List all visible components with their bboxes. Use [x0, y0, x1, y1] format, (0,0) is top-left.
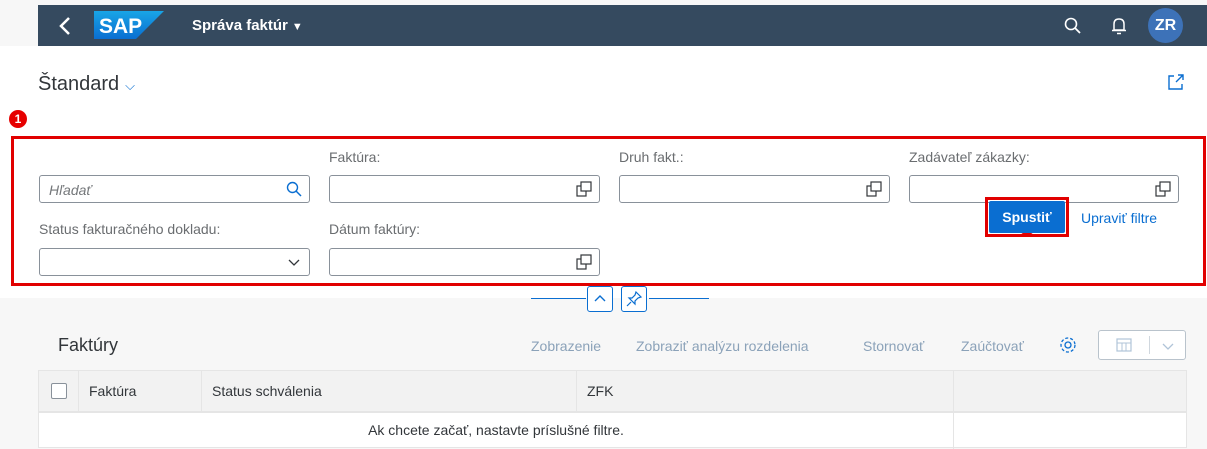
billing-status-label: Status fakturačného dokladu:: [39, 221, 221, 237]
go-button[interactable]: Spustiť: [989, 201, 1065, 233]
cancel-invoice-button[interactable]: Stornovať: [863, 338, 924, 354]
export-button-group[interactable]: [1098, 330, 1186, 360]
bell-icon: [1112, 18, 1126, 35]
table-body: Ak chcete začať, nastavte príslušné filt…: [38, 412, 1187, 449]
pin-header-button[interactable]: [621, 286, 647, 312]
search-button[interactable]: [1062, 15, 1084, 37]
shell-bar: SAP Správa faktúr ▼ ZR: [38, 5, 1207, 46]
search-field[interactable]: Hľadať: [39, 175, 310, 203]
select-all-cell: [39, 371, 79, 411]
gear-icon: [1060, 337, 1076, 353]
display-button[interactable]: Zobrazenie: [531, 338, 601, 354]
app-title: Správa faktúr: [192, 17, 288, 34]
column-zfk[interactable]: ZFK: [577, 371, 954, 411]
table-title: Faktúry: [58, 335, 119, 355]
table-header: Faktúra Status schválenia ZFK: [38, 370, 1187, 412]
user-avatar[interactable]: ZR: [1148, 8, 1183, 43]
variant-name: Štandard: [38, 73, 120, 95]
chevron-down-icon[interactable]: [1159, 337, 1177, 355]
invoice-type-label: Druh fakt.:: [619, 149, 684, 165]
billing-status-select[interactable]: [39, 248, 310, 276]
app-title-menu[interactable]: Správa faktúr ▼: [192, 17, 303, 34]
collapse-line-left: [531, 298, 586, 299]
empty-table-text: Ak chcete začať, nastavte príslušné filt…: [368, 422, 624, 438]
back-icon: [59, 17, 70, 35]
share-icon: [1168, 74, 1184, 90]
collapse-header-button[interactable]: [587, 286, 613, 312]
invoice-type-input[interactable]: [619, 175, 890, 203]
sap-logo[interactable]: SAP: [94, 11, 164, 39]
notifications-button[interactable]: [1108, 15, 1130, 37]
back-button[interactable]: [56, 15, 76, 37]
search-icon[interactable]: [285, 180, 303, 198]
chevron-down-icon[interactable]: [285, 253, 303, 271]
share-button[interactable]: [1166, 72, 1186, 92]
variant-selector[interactable]: Štandard ⌵: [38, 73, 135, 96]
invoice-date-input[interactable]: [329, 248, 600, 276]
collapse-line-right: [649, 298, 709, 299]
value-help-icon[interactable]: [1154, 180, 1172, 198]
column-invoice[interactable]: Faktúra: [79, 371, 202, 411]
adapt-filters-link[interactable]: Upraviť filtre: [1081, 210, 1157, 226]
caret-down-icon: ▼: [291, 21, 303, 33]
value-help-icon[interactable]: [575, 180, 593, 198]
invoice-label: Faktúra:: [329, 149, 381, 165]
export-to-spreadsheet-icon[interactable]: [1114, 336, 1134, 354]
invoice-input[interactable]: [329, 175, 600, 203]
annotation-marker-1: 1: [9, 110, 27, 128]
split-analysis-button[interactable]: Zobraziť analýzu rozdelenia: [636, 338, 809, 354]
search-icon: [1064, 17, 1081, 34]
table-column-separator: [953, 413, 954, 449]
value-help-icon[interactable]: [575, 253, 593, 271]
search-placeholder: Hľadať: [49, 182, 92, 198]
post-button[interactable]: Zaúčtovať: [961, 338, 1024, 354]
chevron-down-icon: ⌵: [125, 78, 136, 93]
export-divider: [1149, 336, 1150, 354]
column-approval-status[interactable]: Status schválenia: [202, 371, 577, 411]
value-help-icon[interactable]: [865, 180, 883, 198]
invoice-date-label: Dátum faktúry:: [329, 221, 421, 237]
table-settings-button[interactable]: [1058, 335, 1078, 355]
select-all-checkbox[interactable]: [51, 383, 67, 399]
pin-icon: [626, 290, 643, 307]
chevron-up-icon: [594, 295, 606, 302]
svg-text:SAP: SAP: [99, 15, 142, 38]
orderer-label: Zadávateľ zákazky:: [909, 149, 1030, 165]
